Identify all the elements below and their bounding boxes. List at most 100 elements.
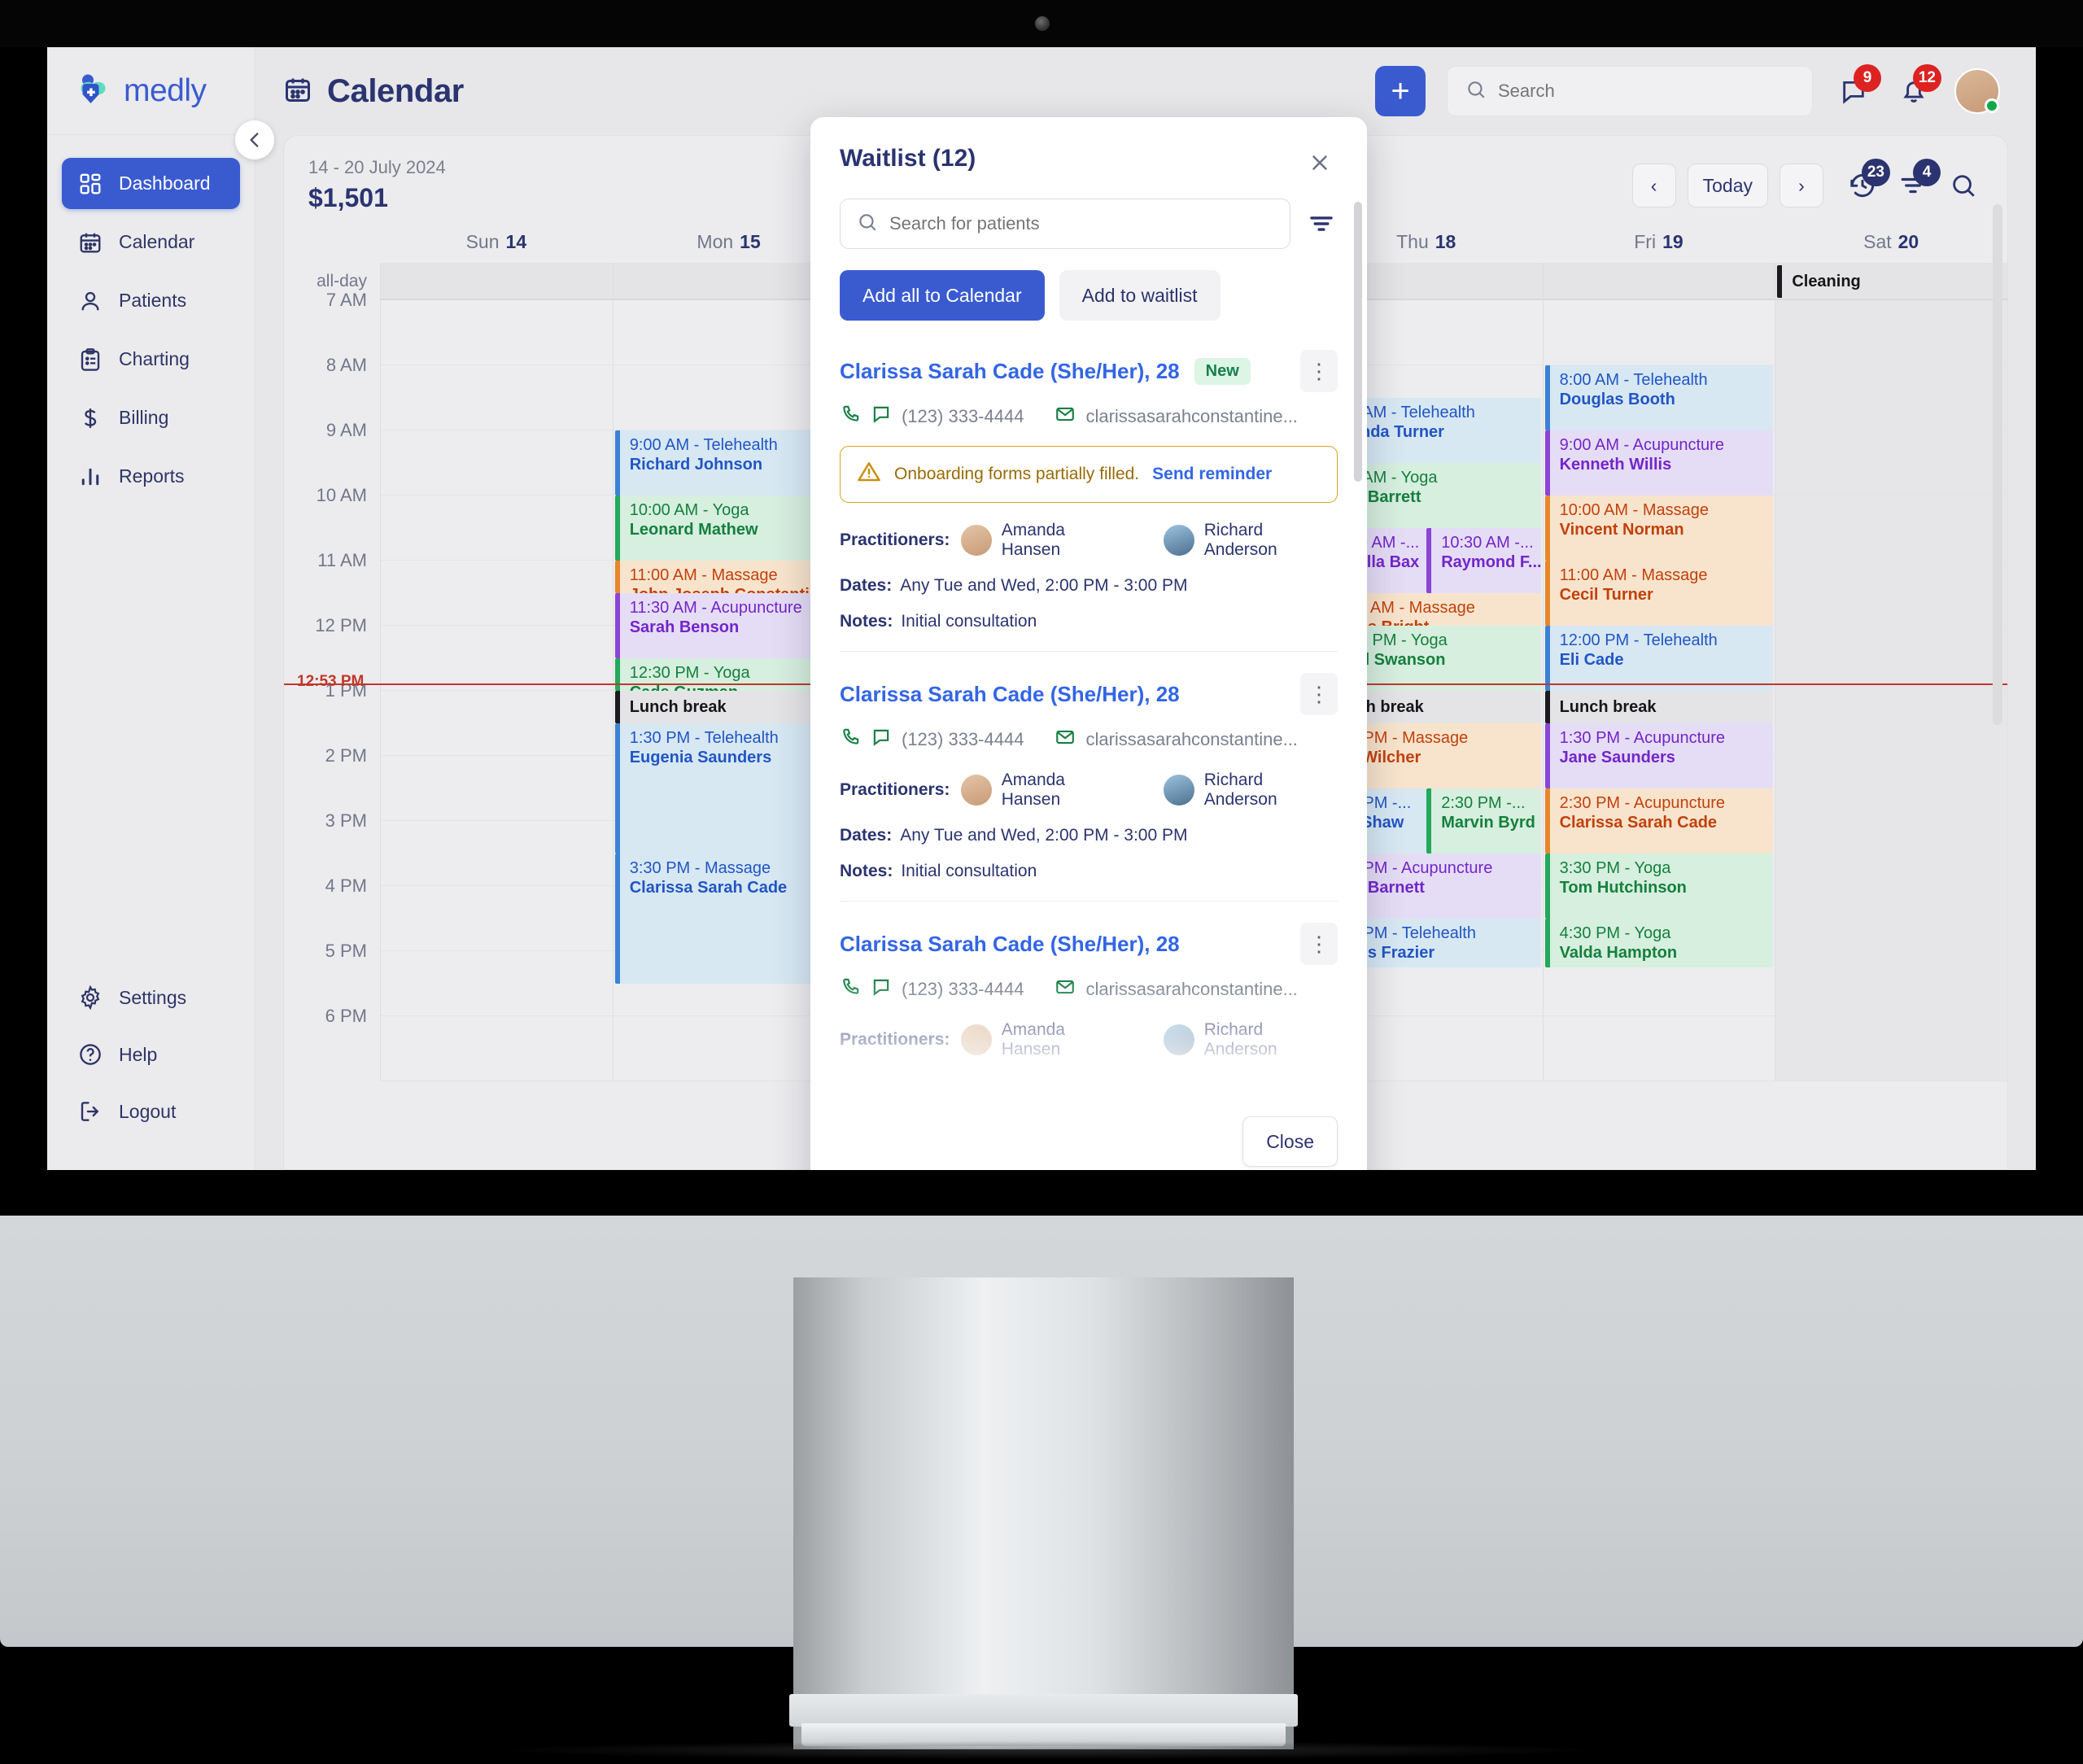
patient-email: clarissasarahconstantine... (1085, 406, 1298, 426)
practitioner[interactable]: Amanda Hansen (961, 771, 1126, 810)
practitioners-row: Practitioners: Amanda Hansen Richard Ander… (840, 1020, 1338, 1059)
practitioner-name: Richard Anderson (1203, 521, 1277, 559)
practitioner-name: Amanda Hansen (1001, 1020, 1065, 1059)
close-button[interactable]: Close (1242, 1116, 1338, 1167)
sms-icon[interactable] (871, 727, 892, 753)
avatar (961, 1024, 992, 1055)
app-root: medly Dashboard Calendar Patients Charti… (47, 47, 2036, 1170)
notes-value: Initial consultation (901, 1111, 1037, 1116)
waitlist-search-input[interactable] (889, 213, 1273, 234)
add-to-waitlist-button[interactable]: Add to waitlist (1059, 270, 1221, 321)
patient-name-link[interactable]: Clarissa Sarah Cade (She/Her), 28 (840, 682, 1180, 707)
waitlist-entry-header: Clarissa Sarah Cade (She/Her), 28 ⋮ (840, 673, 1338, 715)
dates-label: Dates: (840, 576, 893, 595)
entry-menu-button[interactable]: ⋮ (1300, 350, 1338, 392)
notes-value: Initial consultation (901, 862, 1037, 880)
patient-contact-row: (123) 333-4444 clarissasarahconstantine..… (840, 404, 1338, 430)
warning-icon (857, 460, 881, 489)
email-icon[interactable] (1055, 727, 1076, 753)
practitioner[interactable]: Amanda Hansen (961, 521, 1126, 560)
patient-phone: (123) 333-4444 (902, 979, 1024, 999)
notes-label: Notes: (840, 1111, 893, 1116)
waitlist-filter-button[interactable] (1305, 207, 1338, 240)
practitioner-name: Richard Anderson (1203, 771, 1277, 809)
modal-title: Waitlist (12) (840, 145, 976, 172)
modal-header: Waitlist (12) (810, 117, 1367, 181)
notes-row: Notes: Initial consultation (840, 862, 1338, 881)
practitioners-label: Practitioners: (840, 1030, 950, 1049)
phone-icon[interactable] (840, 727, 861, 753)
onboarding-warning: Onboarding forms partially filled. Send r… (840, 446, 1338, 503)
phone-icon[interactable] (840, 404, 861, 430)
practitioner-name: Richard Anderson (1203, 1020, 1277, 1059)
waitlist-entry-header: Clarissa Sarah Cade (She/Her), 28 New ⋮ (840, 350, 1338, 392)
waitlist-entry: Clarissa Sarah Cade (She/Her), 28 ⋮ (123) … (840, 902, 1338, 1116)
notes-label: Notes: (840, 862, 893, 880)
practitioner-name: Amanda Hansen (1001, 771, 1065, 809)
notes-row: Notes: Initial consultation (840, 1111, 1338, 1116)
practitioner-name: Amanda Hansen (1001, 521, 1065, 559)
dates-label: Dates: (840, 826, 893, 845)
practitioners-row: Practitioners: Amanda Hansen Richard Ander… (840, 771, 1338, 810)
patient-name-link[interactable]: Clarissa Sarah Cade (She/Her), 28 (840, 359, 1180, 384)
dates-row: Dates: Any Tue and Wed, 2:00 PM - 3:00 PM (840, 1076, 1338, 1095)
modal-search-row (810, 181, 1367, 249)
waitlist-entry-header: Clarissa Sarah Cade (She/Her), 28 ⋮ (840, 923, 1338, 965)
dates-row: Dates: Any Tue and Wed, 2:00 PM - 3:00 PM (840, 826, 1338, 845)
avatar (961, 525, 992, 556)
dates-row: Dates: Any Tue and Wed, 2:00 PM - 3:00 PM (840, 576, 1338, 596)
email-icon[interactable] (1055, 404, 1076, 430)
warning-text: Onboarding forms partially filled. (894, 465, 1140, 483)
patient-phone: (123) 333-4444 (902, 406, 1024, 426)
patient-contact-row: (123) 333-4444 clarissasarahconstantine..… (840, 727, 1338, 753)
modal-overlay: Waitlist (12) Search for patients Add al… (47, 47, 2036, 1170)
add-all-to-calendar-button[interactable]: Add all to Calendar (840, 270, 1045, 321)
email-icon[interactable] (1055, 976, 1076, 1002)
waitlist-search[interactable] (840, 199, 1290, 249)
avatar (1164, 1024, 1194, 1055)
waitlist-items: Clarissa Sarah Cade (She/Her), 28 New ⋮ (12… (810, 329, 1367, 1116)
avatar (1164, 775, 1194, 806)
modal-action-buttons: Add all to Calendar Add to waitlist (810, 249, 1367, 321)
webcam-icon (1035, 16, 1050, 31)
notes-row: Notes: Initial consultation (840, 612, 1338, 631)
send-reminder-link[interactable]: Send reminder (1152, 465, 1272, 484)
practitioner[interactable]: Richard Anderson (1164, 771, 1338, 810)
dates-label: Dates: (840, 1076, 893, 1094)
dates-value: Any Tue and Wed, 2:00 PM - 3:00 PM (900, 576, 1188, 595)
practitioner[interactable]: Amanda Hansen (961, 1020, 1126, 1059)
patient-name-link[interactable]: Clarissa Sarah Cade (She/Her), 28 (840, 932, 1180, 957)
monitor-stand-foot (789, 1694, 1298, 1727)
practitioner[interactable]: Richard Anderson (1164, 1020, 1338, 1059)
practitioner[interactable]: Richard Anderson (1164, 521, 1338, 560)
sms-icon[interactable] (871, 404, 892, 430)
waitlist-modal: Waitlist (12) Search for patients Add al… (810, 117, 1367, 1170)
patient-email: clarissasarahconstantine... (1085, 979, 1298, 999)
patient-contact-row: (123) 333-4444 clarissasarahconstantine..… (840, 976, 1338, 1002)
entry-menu-button[interactable]: ⋮ (1300, 923, 1338, 965)
waitlist-entry: Clarissa Sarah Cade (She/Her), 28 New ⋮ (12… (840, 329, 1338, 652)
modal-footer: Close (810, 1116, 1367, 1170)
monitor-shadow (504, 1741, 1587, 1759)
avatar (961, 775, 992, 806)
modal-scrollbar[interactable] (1354, 202, 1362, 482)
monitor-device: medly Dashboard Calendar Patients Charti… (0, 0, 2083, 1764)
patient-phone: (123) 333-4444 (902, 729, 1024, 749)
phone-icon[interactable] (840, 976, 861, 1002)
entry-menu-button[interactable]: ⋮ (1300, 673, 1338, 715)
notes-value: Initial consultation (901, 612, 1037, 631)
sms-icon[interactable] (871, 976, 892, 1002)
practitioners-label: Practitioners: (840, 531, 950, 549)
dates-value: Any Tue and Wed, 2:00 PM - 3:00 PM (900, 1076, 1188, 1094)
status-badge: New (1194, 357, 1251, 385)
practitioners-label: Practitioners: (840, 780, 950, 799)
search-icon (857, 212, 878, 237)
close-icon[interactable] (1302, 145, 1338, 181)
waitlist-entry: Clarissa Sarah Cade (She/Her), 28 ⋮ (123) … (840, 652, 1338, 902)
monitor-bottom-bezel (0, 1170, 2083, 1211)
monitor-stand-neck (793, 1277, 1294, 1749)
patient-email: clarissasarahconstantine... (1085, 729, 1298, 749)
dates-value: Any Tue and Wed, 2:00 PM - 3:00 PM (900, 826, 1188, 845)
avatar (1164, 525, 1194, 556)
practitioners-row: Practitioners: Amanda Hansen Richard Ander… (840, 521, 1338, 560)
